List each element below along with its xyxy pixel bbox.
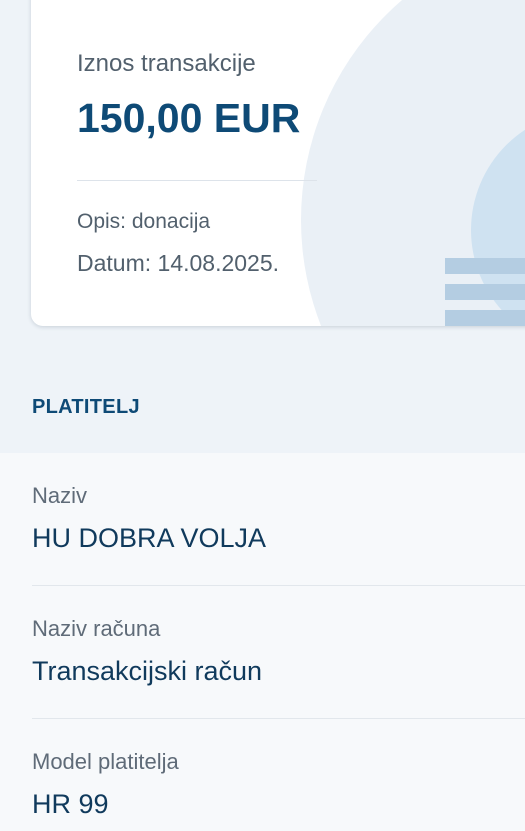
field-label: Model platitelja — [32, 749, 179, 774]
deco-bar-3 — [445, 310, 525, 326]
deco-bar-2 — [445, 284, 525, 300]
field-value: HR 99 — [32, 789, 109, 819]
field-label: Naziv — [32, 483, 88, 508]
transaction-description: Opis: donacija — [77, 210, 211, 233]
field-account-name: Naziv računa Transakcijski račun — [32, 616, 525, 687]
card-background-decoration — [301, 0, 525, 326]
transaction-date: Datum: 14.08.2025. — [77, 250, 280, 276]
amount-label: Iznos transakcije — [77, 50, 256, 77]
section-title-payer: PLATITELJ — [32, 396, 140, 418]
card-divider — [77, 180, 317, 181]
field-label: Naziv računa — [32, 616, 161, 641]
field-payer-model: Model platitelja HR 99 — [32, 749, 525, 820]
field-divider — [32, 718, 525, 719]
amount-value: 150,00 EUR — [77, 95, 301, 141]
transaction-summary-card: Iznos transakcije 150,00 EUR Opis: donac… — [31, 0, 525, 326]
field-value: Transakcijski račun — [32, 656, 263, 686]
payer-details-panel: Naziv HU DOBRA VOLJA Naziv računa Transa… — [0, 453, 525, 831]
field-payer-name: Naziv HU DOBRA VOLJA — [32, 483, 525, 554]
field-value: HU DOBRA VOLJA — [32, 523, 267, 553]
deco-bar-1 — [445, 258, 525, 274]
field-divider — [32, 585, 525, 586]
